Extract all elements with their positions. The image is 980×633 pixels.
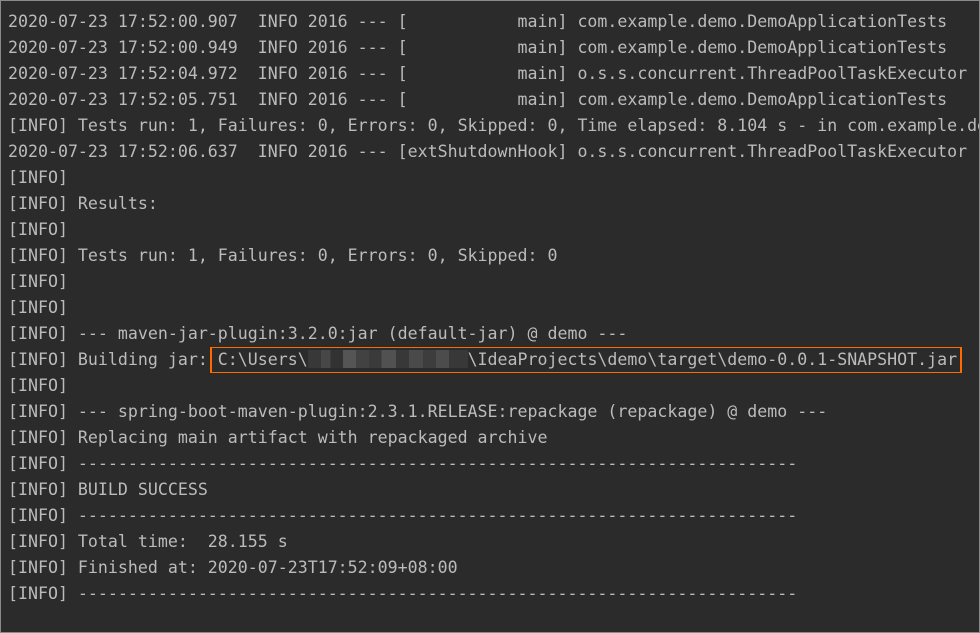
log-line: [INFO] ---------------------------------… — [8, 506, 798, 525]
jar-path-end: \IdeaProjects\demo\target\demo-0.0.1-SNA… — [467, 350, 958, 369]
console-output: 2020-07-23 17:52:00.907 INFO 2016 --- [ … — [0, 0, 980, 633]
jar-path-highlight: C:\Users\ \IdeaProjects\demo\target\demo-… — [209, 347, 963, 373]
log-line: [INFO] — [8, 298, 68, 317]
log-line: 2020-07-23 17:52:04.972 INFO 2016 --- [ … — [8, 64, 968, 83]
jar-path-start: C:\Users\ — [217, 350, 308, 369]
log-line: [INFO] --- maven-jar-plugin:3.2.0:jar (d… — [8, 324, 628, 343]
log-line: [INFO] Replacing main artifact with repa… — [8, 428, 548, 447]
log-line: [INFO] Tests run: 1, Failures: 0, Errors… — [8, 116, 979, 135]
log-line: [INFO] Total time: 28.155 s — [8, 532, 288, 551]
building-jar-line: [INFO] Building jar: C:\Users\ \IdeaProje… — [8, 347, 979, 373]
log-line: [INFO] — [8, 376, 68, 395]
log-line: 2020-07-23 17:52:06.637 INFO 2016 --- [e… — [8, 142, 968, 161]
log-line: [INFO] BUILD SUCCESS — [8, 480, 208, 499]
log-line: [INFO] ---------------------------------… — [8, 584, 798, 603]
redacted-username — [307, 350, 468, 368]
log-lines: 2020-07-23 17:52:00.907 INFO 2016 --- [ … — [8, 9, 979, 607]
log-line: [INFO] Finished at: 2020-07-23T17:52:09+… — [8, 558, 458, 577]
log-line: [INFO] — [8, 220, 68, 239]
log-line: [INFO] --- spring-boot-maven-plugin:2.3.… — [8, 402, 828, 421]
log-line: [INFO] — [8, 168, 68, 187]
log-line: [INFO] ---------------------------------… — [8, 454, 798, 473]
log-line: 2020-07-23 17:52:00.949 INFO 2016 --- [ … — [8, 38, 948, 57]
log-line: 2020-07-23 17:52:05.751 INFO 2016 --- [ … — [8, 90, 948, 109]
log-line: [INFO] Results: — [8, 194, 158, 213]
log-line: [INFO] Tests run: 1, Failures: 0, Errors… — [8, 246, 558, 265]
building-jar-prefix: [INFO] Building jar: — [8, 350, 218, 369]
log-line: [INFO] — [8, 272, 68, 291]
log-line: 2020-07-23 17:52:00.907 INFO 2016 --- [ … — [8, 12, 948, 31]
